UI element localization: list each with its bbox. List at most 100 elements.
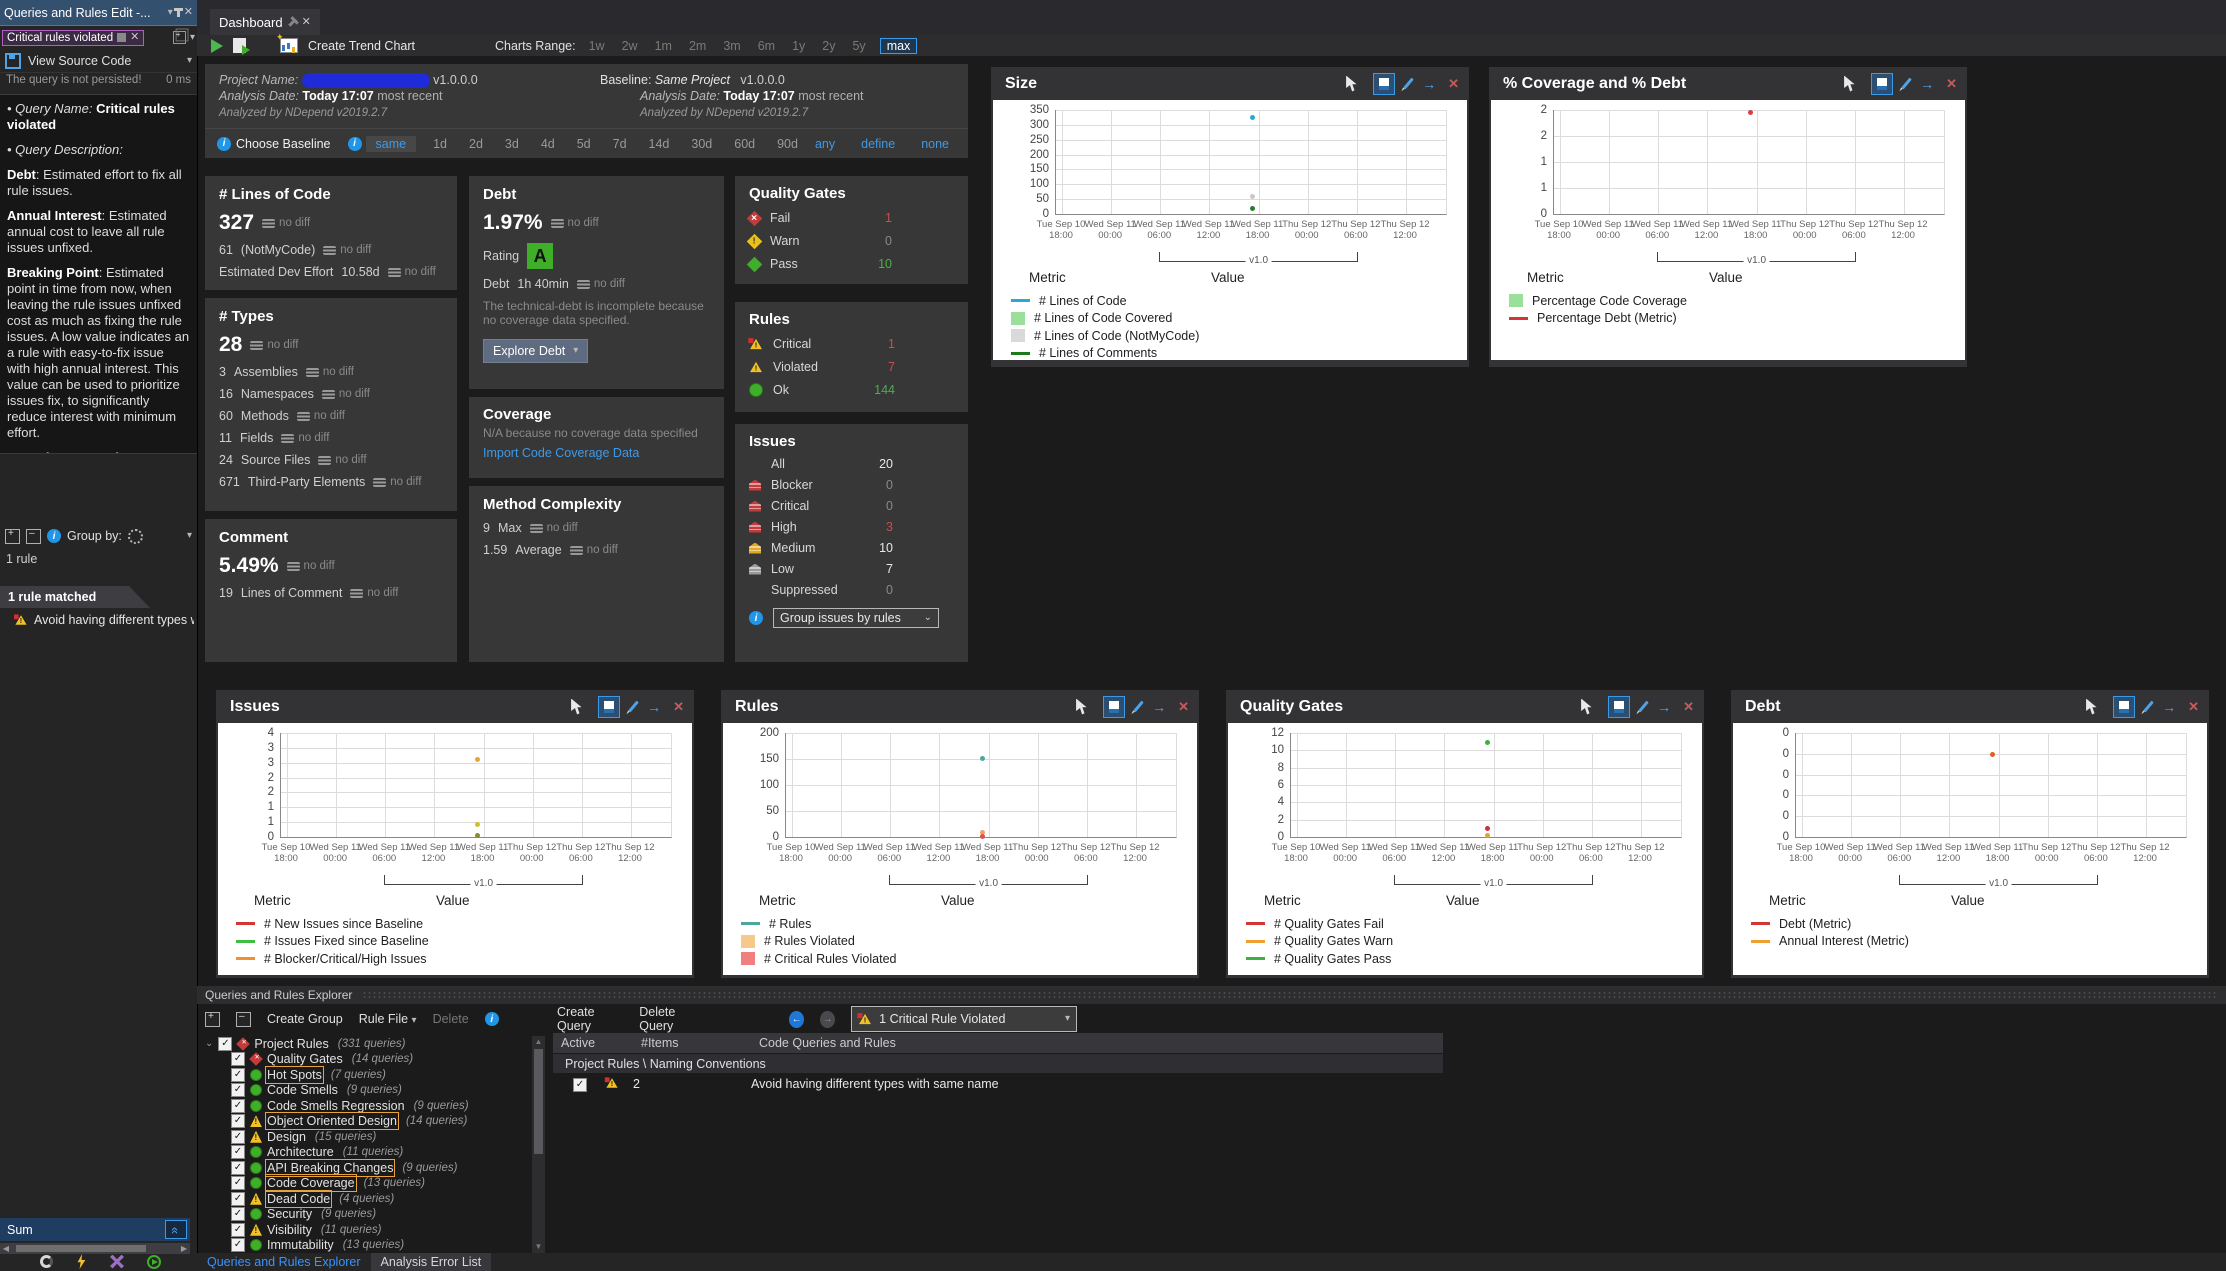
scroll-left-icon[interactable]: ◀ bbox=[0, 1244, 12, 1253]
close-tab-icon[interactable]: ✕ bbox=[130, 32, 139, 43]
tree-group-row[interactable]: ✓ Code Coverage (13 queries) bbox=[231, 1176, 531, 1192]
data-point[interactable] bbox=[1485, 833, 1490, 838]
nav-back-icon[interactable]: ← bbox=[789, 1011, 804, 1028]
range-option[interactable]: max bbox=[880, 38, 918, 54]
baseline-day-option[interactable]: 7d bbox=[613, 137, 627, 151]
close-icon[interactable]: ✕ bbox=[184, 7, 193, 18]
select-cursor-icon[interactable] bbox=[1844, 76, 1859, 92]
data-point[interactable] bbox=[1748, 110, 1753, 115]
delete-group-button[interactable]: Delete bbox=[433, 1012, 469, 1026]
tree-group-row[interactable]: ✓ Security (9 queries) bbox=[231, 1207, 531, 1223]
export-arrow-icon[interactable]: → bbox=[1422, 77, 1436, 91]
pin-icon[interactable] bbox=[288, 18, 296, 26]
rules-critical-row[interactable]: Critical 1 bbox=[749, 337, 954, 351]
tree-group-row[interactable]: ✓ API Breaking Changes (9 queries) bbox=[231, 1160, 531, 1176]
expand-groups-icon[interactable] bbox=[205, 1012, 220, 1027]
baseline-link[interactable]: none bbox=[921, 137, 949, 151]
rules-violated-row[interactable]: Violated 7 bbox=[749, 360, 954, 374]
quality-gate-row[interactable]: Pass 10 bbox=[749, 257, 954, 271]
checkbox[interactable]: ✓ bbox=[231, 1083, 245, 1097]
delete-icon[interactable]: ✕ bbox=[2188, 700, 2199, 713]
donut-icon[interactable] bbox=[40, 1255, 53, 1268]
tab-dashboard[interactable]: Dashboard ✕ bbox=[210, 9, 320, 35]
issue-severity-row[interactable]: Blocker 0 bbox=[749, 478, 954, 492]
collapse-groups-icon[interactable] bbox=[236, 1012, 251, 1027]
range-option[interactable]: 2m bbox=[686, 39, 709, 53]
table-rule-row[interactable]: ✓ 2 Avoid having different types with sa… bbox=[553, 1074, 1443, 1094]
delete-icon[interactable]: ✕ bbox=[673, 700, 684, 713]
range-option[interactable]: 1w bbox=[586, 39, 608, 53]
pencil-icon[interactable] bbox=[2143, 701, 2154, 713]
data-point[interactable] bbox=[1485, 826, 1490, 831]
rules-ok-row[interactable]: Ok 144 bbox=[749, 383, 954, 397]
scroll-up-icon[interactable]: ▲ bbox=[532, 1036, 545, 1048]
baseline-day-option[interactable]: 14d bbox=[649, 137, 670, 151]
data-point[interactable] bbox=[980, 834, 985, 839]
rule-name[interactable]: Avoid having different types with same n… bbox=[751, 1077, 999, 1091]
delete-icon[interactable]: ✕ bbox=[1683, 700, 1694, 713]
data-point[interactable] bbox=[475, 822, 480, 827]
delete-icon[interactable]: ✕ bbox=[1178, 700, 1189, 713]
tab-analysis-error-list[interactable]: Analysis Error List bbox=[371, 1253, 492, 1271]
data-point[interactable] bbox=[1250, 194, 1255, 199]
expand-sum-button[interactable]: « bbox=[165, 1220, 187, 1239]
baseline-day-option[interactable]: 5d bbox=[577, 137, 591, 151]
collapse-all-icon[interactable] bbox=[26, 529, 41, 544]
gear-icon[interactable] bbox=[128, 529, 143, 544]
data-point[interactable] bbox=[1250, 115, 1255, 120]
pencil-icon[interactable] bbox=[628, 701, 639, 713]
data-point[interactable] bbox=[475, 757, 480, 762]
create-query-button[interactable]: Create Query bbox=[557, 1005, 623, 1033]
tab-queries-rules-explorer[interactable]: Queries and Rules Explorer bbox=[197, 1253, 371, 1271]
baseline-day-option[interactable]: 90d bbox=[777, 137, 798, 151]
range-option[interactable]: 2y bbox=[819, 39, 838, 53]
tree-group-row[interactable]: ✓ Visibility (11 queries) bbox=[231, 1222, 531, 1238]
critical-rule-dropdown[interactable]: 1 Critical Rule Violated ▾ bbox=[851, 1006, 1077, 1032]
checkbox[interactable]: ✓ bbox=[231, 1176, 245, 1190]
issue-severity-row[interactable]: Suppressed 0 bbox=[749, 583, 954, 597]
checkbox[interactable]: ✓ bbox=[231, 1161, 245, 1175]
delete-icon[interactable]: ✕ bbox=[1946, 77, 1957, 90]
select-cursor-icon[interactable] bbox=[1346, 76, 1361, 92]
checkbox[interactable]: ✓ bbox=[231, 1238, 245, 1252]
select-cursor-icon[interactable] bbox=[1076, 699, 1091, 715]
tab-critical-rules-violated[interactable]: Critical rules violated ✕ bbox=[2, 30, 144, 46]
edit-chart-icon[interactable] bbox=[1373, 73, 1395, 95]
export-arrow-icon[interactable]: → bbox=[2162, 700, 2176, 714]
pencil-icon[interactable] bbox=[1133, 701, 1144, 713]
edit-chart-icon[interactable] bbox=[1608, 696, 1630, 718]
tree-group-row[interactable]: ✓ Hot Spots (7 queries) bbox=[231, 1067, 531, 1083]
checkbox[interactable]: ✓ bbox=[231, 1052, 245, 1066]
baseline-link[interactable]: any bbox=[815, 137, 835, 151]
checkbox[interactable]: ✓ bbox=[573, 1078, 587, 1092]
expand-all-icon[interactable] bbox=[5, 529, 20, 544]
range-option[interactable]: 6m bbox=[755, 39, 778, 53]
export-arrow-icon[interactable]: → bbox=[1152, 700, 1166, 714]
data-point[interactable] bbox=[1990, 752, 1995, 757]
matched-rule-item[interactable]: Avoid having different types wit bbox=[14, 613, 194, 627]
tree-root-row[interactable]: ⌄ ✓ Project Rules (331 queries) bbox=[205, 1036, 531, 1052]
caret-down-icon[interactable]: ⌄ bbox=[205, 1039, 213, 1049]
nav-forward-icon[interactable]: → bbox=[820, 1011, 835, 1028]
import-coverage-link[interactable]: Import Code Coverage Data bbox=[483, 446, 710, 460]
checkbox[interactable]: ✓ bbox=[231, 1068, 245, 1082]
scroll-down-icon[interactable]: ▼ bbox=[532, 1241, 545, 1253]
delete-icon[interactable]: ✕ bbox=[1448, 77, 1459, 90]
checkbox[interactable]: ✓ bbox=[231, 1223, 245, 1237]
run-green-icon[interactable] bbox=[147, 1255, 161, 1269]
scrollbar-thumb[interactable] bbox=[534, 1049, 543, 1154]
data-point[interactable] bbox=[1485, 740, 1490, 745]
delete-query-button[interactable]: Delete Query bbox=[639, 1005, 704, 1033]
issue-severity-row[interactable]: All 20 bbox=[749, 457, 954, 471]
issue-severity-row[interactable]: High 3 bbox=[749, 520, 954, 534]
baseline-day-option[interactable]: 30d bbox=[691, 137, 712, 151]
select-cursor-icon[interactable] bbox=[1581, 699, 1596, 715]
scrollbar-thumb[interactable] bbox=[16, 1245, 146, 1252]
export-arrow-icon[interactable]: → bbox=[647, 700, 661, 714]
pencil-icon[interactable] bbox=[1901, 78, 1912, 90]
edit-chart-icon[interactable] bbox=[2113, 696, 2135, 718]
baseline-link[interactable]: define bbox=[861, 137, 895, 151]
tab-overflow-icon[interactable]: ▾ bbox=[190, 33, 195, 43]
range-option[interactable]: 2w bbox=[619, 39, 641, 53]
quality-gate-row[interactable]: ! Warn 0 bbox=[749, 234, 954, 248]
